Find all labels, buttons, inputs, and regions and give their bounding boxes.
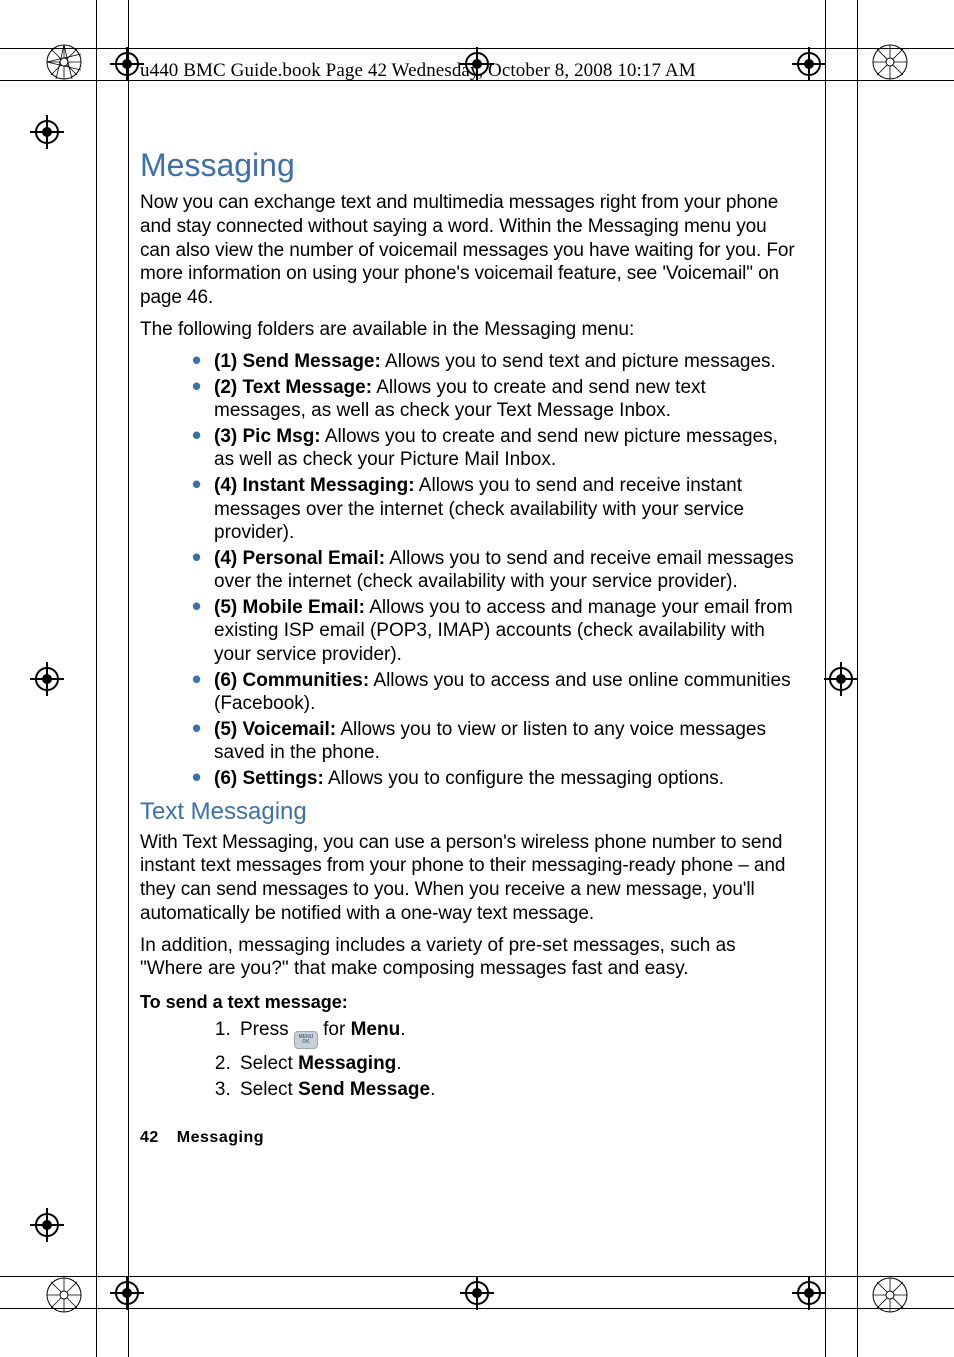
step-text: for — [318, 1019, 351, 1040]
registration-mark-icon — [110, 47, 144, 81]
step-item: Press MENUOK for Menu. — [236, 1018, 800, 1049]
registration-mark-icon — [30, 115, 64, 149]
registration-mark-icon — [30, 1208, 64, 1242]
registration-mark-icon — [792, 47, 826, 81]
step-item: Select Messaging. — [236, 1052, 800, 1076]
list-item: (6) Communities: Allows you to access an… — [192, 669, 800, 715]
list-label: (1) Send Message: — [214, 351, 381, 372]
step-item: Select Send Message. — [236, 1078, 800, 1102]
feature-list: (1) Send Message: Allows you to send tex… — [140, 350, 800, 791]
footer-section: Messaging — [177, 1129, 264, 1146]
registration-mark-icon — [110, 1276, 144, 1310]
list-label: (4) Instant Messaging: — [214, 475, 415, 496]
list-item: (5) Mobile Email: Allows you to access a… — [192, 596, 800, 666]
list-label: (6) Settings: — [214, 768, 324, 789]
registration-mark-icon — [824, 662, 858, 696]
printer-mark-icon — [46, 1277, 82, 1313]
list-label: (4) Personal Email: — [214, 548, 385, 569]
list-item: (3) Pic Msg: Allows you to create and se… — [192, 425, 800, 471]
list-label: (6) Communities: — [214, 670, 369, 691]
list-label: (2) Text Message: — [214, 377, 372, 398]
list-text: Allows you to send text and picture mess… — [381, 351, 776, 372]
step-bold: Send Message — [298, 1079, 430, 1100]
intro-paragraph-2: The following folders are available in t… — [140, 318, 800, 342]
list-item: (6) Settings: Allows you to configure th… — [192, 767, 800, 790]
sub-paragraph-1: With Text Messaging, you can use a perso… — [140, 831, 800, 926]
list-item: (1) Send Message: Allows you to send tex… — [192, 350, 800, 373]
list-label: (5) Voicemail: — [214, 719, 336, 740]
list-label: (3) Pic Msg: — [214, 426, 321, 447]
subsection-title: Text Messaging — [140, 797, 800, 827]
registration-mark-icon — [30, 662, 64, 696]
step-list: Press MENUOK for Menu. Select Messaging.… — [140, 1018, 800, 1103]
registration-mark-icon — [460, 1276, 494, 1310]
intro-paragraph-1: Now you can exchange text and multimedia… — [140, 191, 800, 310]
section-title: Messaging — [140, 145, 800, 185]
list-item: (4) Personal Email: Allows you to send a… — [192, 547, 800, 593]
page-footer: 42 Messaging — [140, 1129, 264, 1147]
step-bold: Messaging — [298, 1053, 396, 1074]
step-text: Select — [240, 1053, 298, 1074]
list-text: Allows you to configure the messaging op… — [324, 768, 724, 789]
sub-paragraph-2: In addition, messaging includes a variet… — [140, 934, 800, 982]
page-content: Messaging Now you can exchange text and … — [140, 145, 800, 1105]
list-label: (5) Mobile Email: — [214, 597, 365, 618]
list-item: (4) Instant Messaging: Allows you to sen… — [192, 474, 800, 544]
registration-mark-icon — [792, 1276, 826, 1310]
printer-mark-icon — [46, 44, 82, 80]
list-item: (2) Text Message: Allows you to create a… — [192, 376, 800, 422]
printer-mark-icon — [872, 1277, 908, 1313]
howto-heading: To send a text message: — [140, 991, 800, 1014]
step-text: Select — [240, 1079, 298, 1100]
document-header: u440 BMC Guide.book Page 42 Wednesday, O… — [140, 60, 696, 82]
step-bold: Menu — [351, 1019, 401, 1040]
step-text: Press — [240, 1019, 294, 1040]
menu-ok-key-icon: MENUOK — [294, 1031, 318, 1049]
printer-mark-icon — [872, 44, 908, 80]
page-number: 42 — [140, 1129, 159, 1146]
list-item: (5) Voicemail: Allows you to view or lis… — [192, 718, 800, 764]
